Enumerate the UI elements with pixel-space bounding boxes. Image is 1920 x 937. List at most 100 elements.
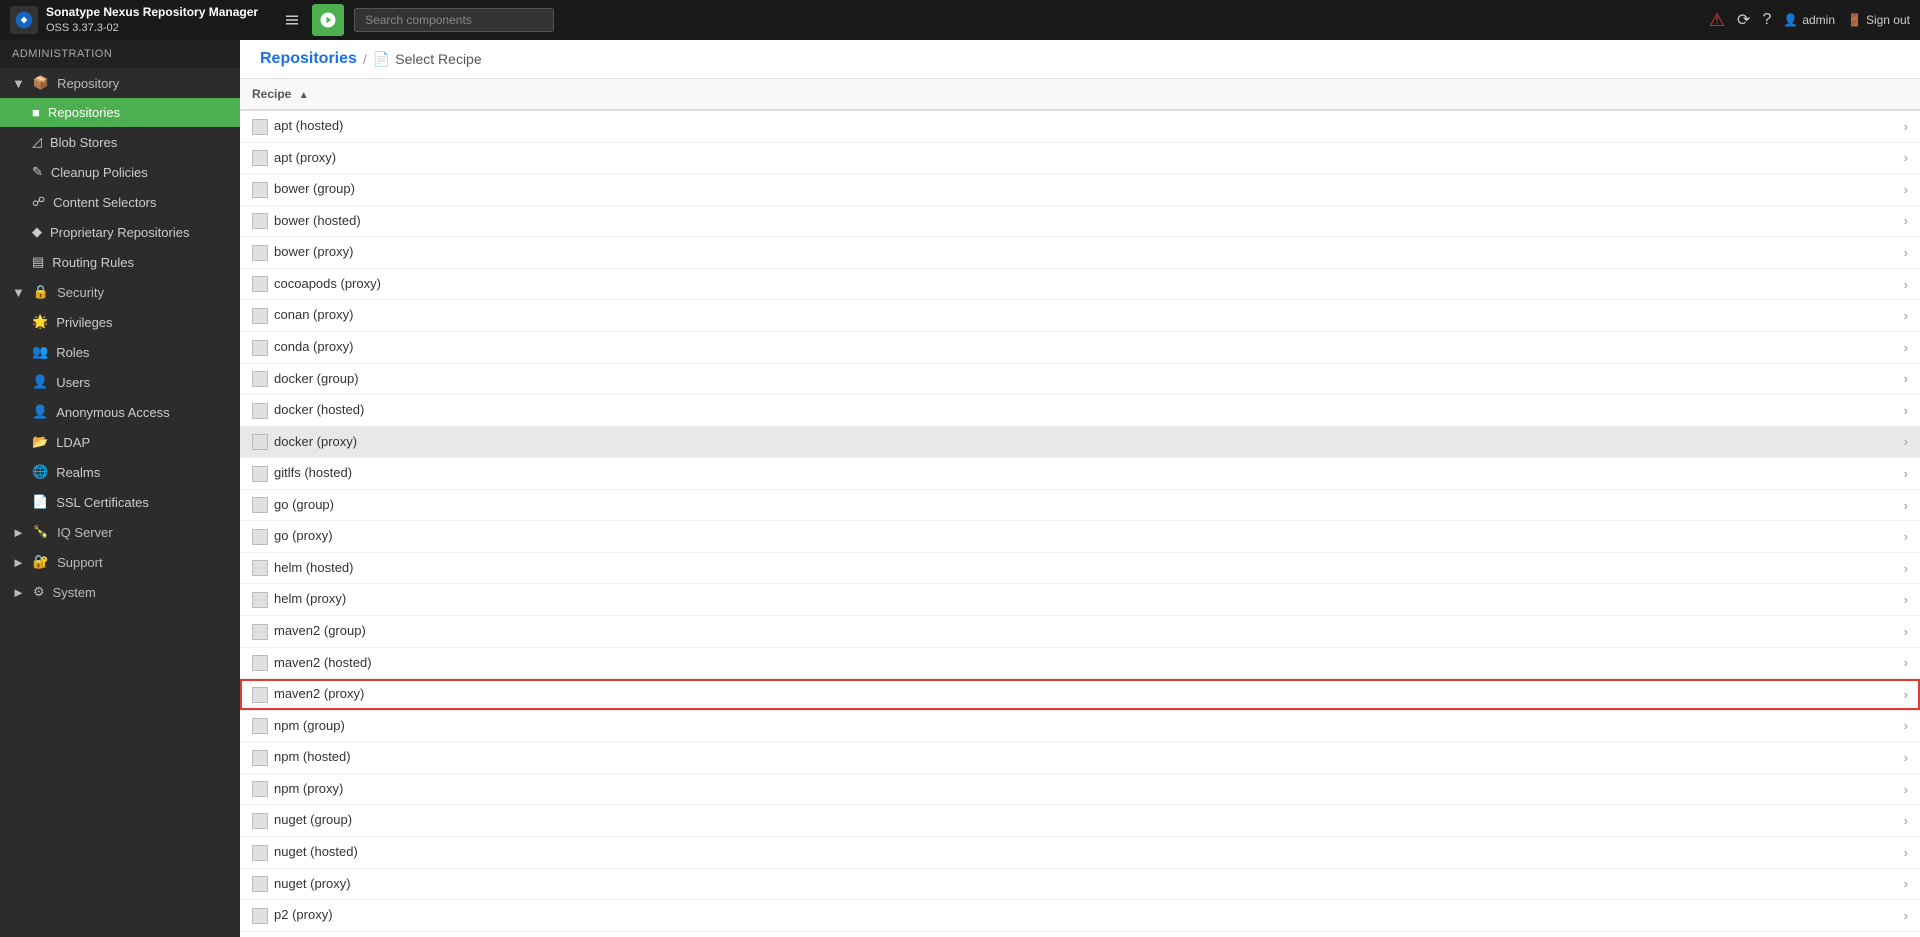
table-row[interactable]: nuget (proxy)› (240, 868, 1920, 900)
recipe-cell: pypi (group) (240, 931, 1890, 937)
sidebar-item-blob-stores[interactable]: ◿ Blob Stores (0, 127, 240, 157)
search-input[interactable] (354, 8, 554, 32)
chevron-right-icon: › (1904, 466, 1908, 481)
chevron-right-icon: › (1904, 245, 1908, 260)
chevron-right-icon-support: ► (12, 555, 25, 570)
table-row[interactable]: docker (hosted)› (240, 395, 1920, 427)
table-row[interactable]: helm (proxy)› (240, 584, 1920, 616)
sidebar-item-privileges[interactable]: 🌟 Privileges (0, 307, 240, 337)
action-cell: › (1890, 205, 1920, 237)
table-row[interactable]: bower (group)› (240, 174, 1920, 206)
chevron-right-icon: › (1904, 592, 1908, 607)
recipe-cell: npm (proxy) (240, 773, 1890, 805)
table-row[interactable]: npm (proxy) › (240, 773, 1920, 805)
table-row[interactable]: apt (proxy)› (240, 142, 1920, 174)
chevron-right-icon: › (1904, 498, 1908, 513)
blob-stores-icon: ◿ (32, 134, 42, 150)
sidebar-group-system-header[interactable]: ► ⚙ System (0, 577, 240, 607)
cleanup-icon: ✎ (32, 164, 43, 180)
admin-section-header: Administration (0, 40, 240, 68)
table-row[interactable]: bower (hosted) › (240, 205, 1920, 237)
table-row[interactable]: apt (hosted) › (240, 110, 1920, 142)
table-row[interactable]: go (group)› (240, 489, 1920, 521)
action-cell: › (1890, 174, 1920, 206)
ldap-icon: 📂 (32, 434, 48, 450)
recipe-cell: apt (hosted) (240, 110, 1890, 142)
sidebar-item-repositories[interactable]: ■ Repositories (0, 98, 240, 127)
sidebar-item-realms[interactable]: 🌐 Realms (0, 457, 240, 487)
chevron-right-icon: › (1904, 434, 1908, 449)
sidebar-group-support-header[interactable]: ► 🔐 Support (0, 547, 240, 577)
table-row[interactable]: maven2 (group)› (240, 616, 1920, 648)
table-row[interactable]: npm (hosted)› (240, 742, 1920, 774)
sidebar-item-cleanup-policies[interactable]: ✎ Cleanup Policies (0, 157, 240, 187)
recipe-column-label: Recipe (252, 87, 291, 101)
table-row[interactable]: conda (proxy)› (240, 331, 1920, 363)
privileges-label: Privileges (56, 315, 112, 330)
recipe-name: bower (hosted) (274, 213, 361, 228)
recipe-cell: conda (proxy) (240, 331, 1890, 363)
action-cell: › (1890, 363, 1920, 395)
table-row[interactable]: helm (hosted)› (240, 552, 1920, 584)
recipe-cell: npm (hosted) (240, 742, 1890, 774)
recipe-row-icon (252, 213, 268, 229)
table-row[interactable]: docker (group)› (240, 363, 1920, 395)
user-section[interactable]: 👤 admin (1783, 13, 1835, 27)
sidebar-item-roles[interactable]: 👥 Roles (0, 337, 240, 367)
help-icon[interactable]: ? (1762, 11, 1771, 29)
chevron-right-icon: › (1904, 182, 1908, 197)
sidebar-item-routing-rules[interactable]: ▤ Routing Rules (0, 247, 240, 277)
sidebar-item-anonymous-access[interactable]: 👤 Anonymous Access (0, 397, 240, 427)
action-cell: › (1890, 395, 1920, 427)
user-icon: 👤 (1783, 13, 1798, 27)
table-row[interactable]: npm (group)› (240, 710, 1920, 742)
system-label: System (53, 585, 96, 600)
admin-icon[interactable] (312, 4, 344, 36)
table-row[interactable]: maven2 (proxy)› (240, 679, 1920, 711)
table-row[interactable]: docker (proxy)› (240, 426, 1920, 458)
sidebar-group-repository-header[interactable]: ▼ 📦 Repository (0, 68, 240, 98)
recipe-cell: nuget (proxy) (240, 868, 1890, 900)
recipe-row-icon (252, 813, 268, 829)
breadcrumb-current: 📄 Select Recipe (373, 51, 482, 68)
recipe-name: npm (group) (274, 718, 345, 733)
sidebar-item-ssl-certificates[interactable]: 📄 SSL Certificates (0, 487, 240, 517)
recipe-name: apt (hosted) (274, 118, 343, 133)
recipe-row-icon (252, 434, 268, 450)
sidebar-item-proprietary-repos[interactable]: ◆ Proprietary Repositories (0, 217, 240, 247)
chevron-right-icon: › (1904, 782, 1908, 797)
sidebar-group-security-header[interactable]: ▼ 🔒 Security (0, 277, 240, 307)
sidebar-item-content-selectors[interactable]: ☍ Content Selectors (0, 187, 240, 217)
refresh-icon[interactable]: ⟳ (1737, 10, 1750, 30)
alert-icon[interactable]: ⚠ (1709, 10, 1725, 31)
action-cell: › (1890, 521, 1920, 553)
breadcrumb-current-label: Select Recipe (395, 51, 481, 67)
action-cell: › (1890, 110, 1920, 142)
table-row[interactable]: cocoapods (proxy)› (240, 268, 1920, 300)
recipe-cell: helm (hosted) (240, 552, 1890, 584)
table-row[interactable]: conan (proxy)› (240, 300, 1920, 332)
recipe-row-icon (252, 592, 268, 608)
system-icon: ⚙ (33, 584, 45, 600)
recipe-row-icon (252, 687, 268, 703)
table-row[interactable]: maven2 (hosted)› (240, 647, 1920, 679)
browse-icon[interactable] (276, 4, 308, 36)
recipe-row-icon (252, 908, 268, 924)
sidebar-item-users[interactable]: 👤 Users (0, 367, 240, 397)
table-row[interactable]: bower (proxy)› (240, 237, 1920, 269)
table-row[interactable]: pypi (group)› (240, 931, 1920, 937)
table-row[interactable]: nuget (group)› (240, 805, 1920, 837)
table-row[interactable]: go (proxy)› (240, 521, 1920, 553)
sidebar-group-iq-header[interactable]: ► 🍾 IQ Server (0, 517, 240, 547)
table-row[interactable]: p2 (proxy)› (240, 900, 1920, 932)
breadcrumb-parent[interactable]: Repositories (260, 50, 357, 68)
table-row[interactable]: gitlfs (hosted)› (240, 458, 1920, 490)
recipe-column-header[interactable]: Recipe ▲ (240, 79, 1890, 110)
content-header: Repositories / 📄 Select Recipe (240, 40, 1920, 79)
sidebar-repository-items: ■ Repositories ◿ Blob Stores ✎ Cleanup P… (0, 98, 240, 277)
select-recipe-icon: 📄 (373, 51, 390, 68)
sidebar-item-ldap[interactable]: 📂 LDAP (0, 427, 240, 457)
table-row[interactable]: nuget (hosted)› (240, 836, 1920, 868)
recipe-row-icon (252, 466, 268, 482)
signout-section[interactable]: 🚪 Sign out (1847, 13, 1910, 27)
